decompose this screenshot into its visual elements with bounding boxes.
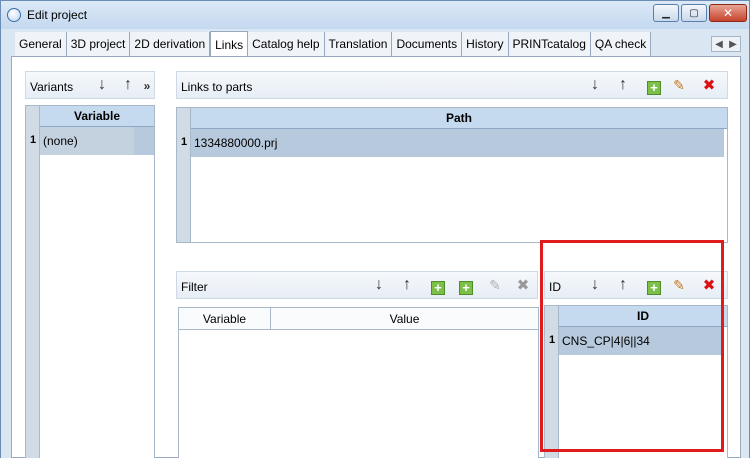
filter-header: Filter ↓ ↑ + + ✎ ✖ bbox=[176, 271, 538, 299]
tab-3d-project[interactable]: 3D project bbox=[66, 32, 131, 56]
links-row-header bbox=[177, 108, 191, 242]
close-button[interactable]: ✕ bbox=[709, 4, 747, 22]
tab-scroll-right-icon[interactable]: ▶ bbox=[726, 37, 740, 51]
move-up-icon[interactable]: ↑ bbox=[120, 77, 136, 93]
window-title: Edit project bbox=[27, 8, 88, 22]
variants-row-header bbox=[26, 106, 40, 458]
links-row[interactable]: 1334880000.prj bbox=[191, 129, 724, 157]
variants-label: Variants bbox=[30, 80, 74, 94]
tab-general[interactable]: General bbox=[15, 32, 67, 56]
add-icon[interactable]: + bbox=[428, 278, 445, 295]
title-bar: Edit project ▁ ▢ ✕ bbox=[0, 0, 750, 29]
tab-printcatalog[interactable]: PRINTcatalog bbox=[508, 32, 591, 56]
edit-icon[interactable]: ✎ bbox=[487, 277, 503, 293]
app-icon bbox=[7, 8, 21, 22]
links-label: Links to parts bbox=[181, 80, 253, 94]
add-icon[interactable]: + bbox=[644, 78, 661, 95]
tab-bar: General 3D project 2D derivation Links C… bbox=[15, 31, 652, 57]
move-down-icon[interactable]: ↓ bbox=[371, 277, 387, 293]
delete-icon[interactable]: ✖ bbox=[515, 277, 531, 293]
links-column-header[interactable]: Path bbox=[191, 108, 727, 129]
tab-history[interactable]: History bbox=[462, 32, 509, 56]
links-row-number: 1 bbox=[180, 136, 188, 148]
maximize-button[interactable]: ▢ bbox=[681, 4, 707, 22]
add-group-icon[interactable]: + bbox=[456, 278, 473, 295]
expand-icon[interactable]: » bbox=[139, 78, 155, 94]
tab-2d-derivation[interactable]: 2D derivation bbox=[130, 32, 211, 56]
tab-qa-check[interactable]: QA check bbox=[590, 32, 652, 56]
variants-row-filler bbox=[134, 127, 154, 155]
filter-column-value[interactable]: Value bbox=[271, 308, 538, 330]
tab-documents[interactable]: Documents bbox=[392, 32, 463, 56]
tab-catalog-help[interactable]: Catalog help bbox=[248, 32, 325, 56]
move-up-icon[interactable]: ↑ bbox=[399, 277, 415, 293]
variants-row[interactable]: (none) bbox=[40, 127, 134, 155]
filter-label: Filter bbox=[181, 280, 208, 294]
filter-column-variable[interactable]: Variable bbox=[179, 308, 271, 330]
variants-header: Variants ↓ ↑ » bbox=[25, 71, 155, 99]
variants-column-header[interactable]: Variable bbox=[40, 106, 154, 127]
move-down-icon[interactable]: ↓ bbox=[587, 77, 603, 93]
tab-translation[interactable]: Translation bbox=[324, 32, 393, 56]
tab-scroll-buttons: ◀ ▶ bbox=[711, 36, 741, 52]
variants-row-number: 1 bbox=[29, 134, 37, 146]
move-down-icon[interactable]: ↓ bbox=[94, 77, 110, 93]
move-up-icon[interactable]: ↑ bbox=[615, 77, 631, 93]
minimize-button[interactable]: ▁ bbox=[653, 4, 679, 22]
filter-grid: Variable Value bbox=[178, 307, 539, 458]
edit-icon[interactable]: ✎ bbox=[671, 77, 687, 93]
variants-grid: Variable 1 (none) bbox=[25, 105, 155, 458]
links-header: Links to parts ↓ ↑ + ✎ ✖ bbox=[176, 71, 728, 99]
delete-icon[interactable]: ✖ bbox=[701, 77, 717, 93]
tab-scroll-left-icon[interactable]: ◀ bbox=[712, 37, 726, 51]
tab-links[interactable]: Links bbox=[210, 31, 249, 57]
links-grid: Path 1 1334880000.prj bbox=[176, 107, 728, 243]
highlight-box bbox=[540, 240, 724, 452]
